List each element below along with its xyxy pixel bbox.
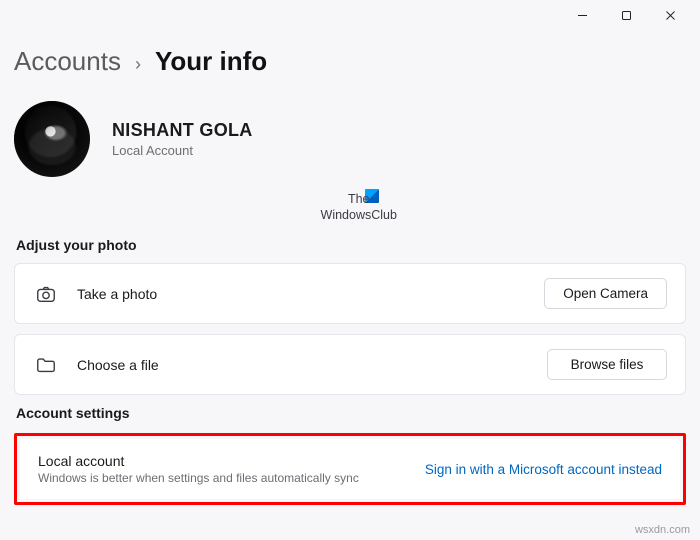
choose-file-row: Choose a file Browse files bbox=[14, 334, 686, 395]
breadcrumb-parent[interactable]: Accounts bbox=[14, 46, 121, 77]
watermark-line1: The bbox=[348, 192, 370, 206]
folder-icon bbox=[33, 354, 59, 376]
page-title: Your info bbox=[155, 46, 267, 77]
browse-files-button[interactable]: Browse files bbox=[547, 349, 667, 380]
annotation-highlight: Local account Windows is better when set… bbox=[14, 433, 686, 505]
avatar bbox=[14, 101, 90, 177]
window-titlebar bbox=[0, 0, 700, 30]
local-account-row[interactable]: Local account Windows is better when set… bbox=[20, 439, 680, 499]
breadcrumb: Accounts › Your info bbox=[14, 46, 686, 77]
close-button[interactable] bbox=[648, 0, 692, 30]
choose-file-label: Choose a file bbox=[77, 357, 529, 373]
sign-in-ms-account-link[interactable]: Sign in with a Microsoft account instead bbox=[425, 462, 662, 477]
minimize-button[interactable] bbox=[560, 0, 604, 30]
user-display-name: NISHANT GOLA bbox=[112, 120, 253, 141]
local-account-title: Local account bbox=[38, 453, 413, 469]
take-photo-label: Take a photo bbox=[77, 286, 526, 302]
profile-header: NISHANT GOLA Local Account bbox=[14, 101, 686, 177]
camera-icon bbox=[33, 283, 59, 305]
local-account-description: Windows is better when settings and file… bbox=[38, 471, 413, 485]
open-camera-button[interactable]: Open Camera bbox=[544, 278, 667, 309]
section-account-settings-title: Account settings bbox=[16, 405, 684, 421]
watermark-line2: WindowsClub bbox=[321, 208, 397, 222]
section-adjust-photo-title: Adjust your photo bbox=[16, 237, 684, 253]
take-photo-row: Take a photo Open Camera bbox=[14, 263, 686, 324]
maximize-button[interactable] bbox=[604, 0, 648, 30]
watermark: The WindowsClub bbox=[14, 191, 686, 223]
user-account-type: Local Account bbox=[112, 143, 253, 158]
chevron-right-icon: › bbox=[135, 54, 141, 75]
footer-credit: wsxdn.com bbox=[635, 524, 690, 536]
